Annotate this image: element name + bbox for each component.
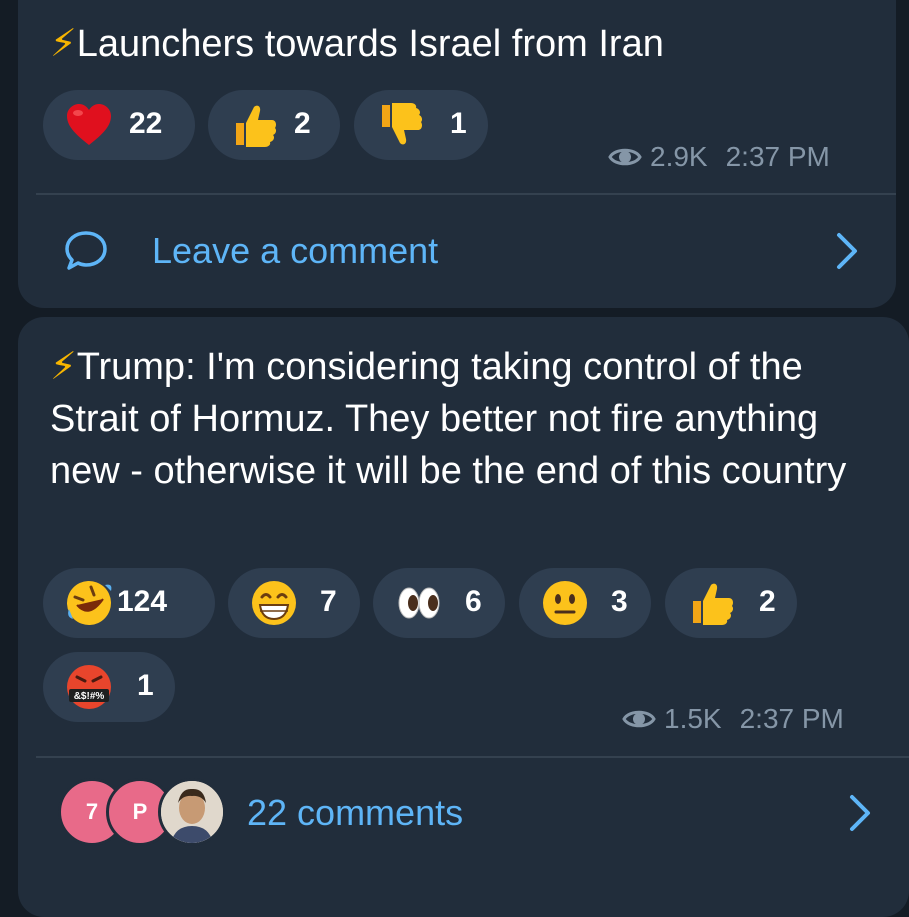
- reaction-thumbs-up[interactable]: 2: [665, 568, 797, 638]
- user-photo-icon: [161, 781, 223, 843]
- lightning-icon: ⚡: [50, 346, 77, 388]
- divider: [36, 193, 896, 195]
- post-text: ⚡Launchers towards Israel from Iran: [50, 18, 664, 70]
- commenter-avatars: 7 P: [58, 778, 258, 848]
- thumbs-down-icon: [382, 103, 423, 145]
- reaction-count: 3: [611, 585, 628, 618]
- reaction-heart[interactable]: 22: [43, 90, 195, 160]
- post-text-content: Launchers towards Israel from Iran: [76, 23, 664, 65]
- reaction-rolling-laughing[interactable]: 124: [43, 568, 215, 638]
- reaction-cursing[interactable]: &$!#% 1: [43, 652, 175, 722]
- reaction-thumbs-down[interactable]: 1: [354, 90, 488, 160]
- eyes-icon: [398, 587, 440, 619]
- comment-bubble-icon: [65, 231, 107, 270]
- post-meta: 1.5K 2:37 PM: [622, 703, 844, 735]
- leave-comment-button[interactable]: Leave a comment: [62, 226, 896, 276]
- reaction-count: 1: [137, 669, 154, 702]
- reaction-count: 1: [450, 107, 467, 140]
- reaction-count: 22: [129, 107, 163, 140]
- reaction-neutral[interactable]: 3: [519, 568, 651, 638]
- channel-post-1[interactable]: ⚡Launchers towards Israel from Iran 22 2…: [18, 0, 896, 308]
- reaction-grinning[interactable]: 7: [228, 568, 360, 638]
- grinning-icon: [252, 581, 296, 625]
- views-eye-icon: [622, 710, 656, 728]
- leave-comment-label: Leave a comment: [152, 230, 439, 271]
- avatar-photo: [158, 778, 226, 846]
- post-text: ⚡Trump: I'm considering taking control o…: [50, 341, 885, 497]
- red-heart-icon: [67, 104, 111, 145]
- reaction-count: 2: [759, 585, 776, 618]
- view-count: 1.5K: [664, 703, 722, 734]
- reaction-count: 2: [294, 107, 311, 140]
- avatar-letter: P: [132, 799, 148, 824]
- avatar-letter: 7: [85, 799, 99, 824]
- post-time: 2:37 PM: [725, 141, 830, 172]
- channel-post-2[interactable]: ⚡Trump: I'm considering taking control o…: [18, 317, 909, 917]
- reaction-count: 124: [117, 585, 168, 618]
- post-meta: 2.9K 2:37 PM: [608, 141, 830, 173]
- chevron-right-icon: [850, 795, 870, 831]
- divider: [36, 756, 909, 758]
- comments-button[interactable]: 22 comments: [247, 788, 887, 838]
- post-text-content: Trump: I'm considering taking control of…: [50, 346, 847, 492]
- thumbs-up-icon: [693, 583, 734, 625]
- reaction-thumbs-up[interactable]: 2: [208, 90, 340, 160]
- reaction-count: 6: [465, 585, 482, 618]
- views-eye-icon: [608, 148, 642, 166]
- post-time: 2:37 PM: [739, 703, 844, 734]
- view-count: 2.9K: [650, 141, 708, 172]
- thumbs-up-icon: [236, 105, 277, 147]
- cursing-face-icon: &$!#%: [67, 665, 111, 709]
- reaction-count: 7: [320, 585, 337, 618]
- reaction-eyes[interactable]: 6: [373, 568, 505, 638]
- neutral-face-icon: [543, 581, 587, 625]
- comments-count-label: 22 comments: [247, 792, 464, 833]
- cursing-symbols: &$!#%: [74, 691, 105, 702]
- rolling-laughing-icon: [67, 581, 112, 625]
- chevron-right-icon: [837, 233, 857, 269]
- lightning-icon: ⚡: [50, 23, 77, 65]
